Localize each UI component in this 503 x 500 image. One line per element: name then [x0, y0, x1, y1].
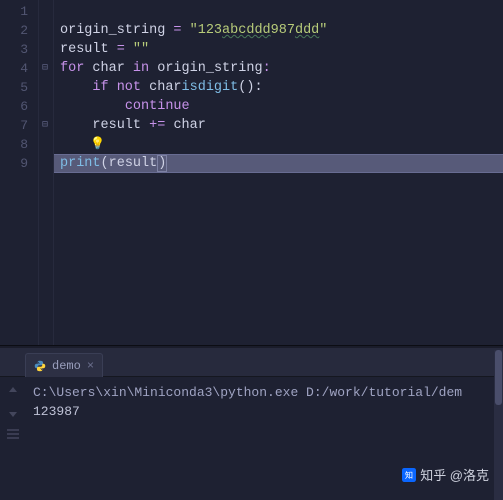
code-line[interactable]: print(result) [54, 154, 503, 173]
wrap-icon[interactable] [6, 429, 20, 439]
code-line[interactable]: origin_string = "123abcddd987ddd" [54, 21, 503, 40]
code-line[interactable]: if not charisdigit(): [54, 78, 503, 97]
python-icon [34, 360, 46, 372]
scrollbar-thumb[interactable] [495, 350, 502, 405]
zhihu-icon: 知 [402, 468, 416, 482]
code-line[interactable]: continue [54, 97, 503, 116]
tab-label: demo [52, 359, 81, 373]
console-result: 123987 [33, 402, 495, 421]
svg-text:知: 知 [405, 469, 413, 479]
fold-gutter [39, 0, 54, 345]
console-command: C:\Users\xin\Miniconda3\python.exe D:/wo… [33, 383, 495, 402]
console-tabbar: demo × [0, 346, 503, 377]
code-line[interactable]: ⊟ result += char [54, 116, 503, 135]
arrow-up-icon[interactable] [7, 385, 19, 397]
code-editor[interactable]: 1 2 3 4 5 6 7 8 9 origin_string = "123ab… [0, 0, 503, 345]
watermark: 知 知乎 @洛克 [402, 465, 489, 484]
console-toolbar [0, 377, 25, 497]
close-icon[interactable]: × [87, 359, 94, 373]
code-line[interactable]: 💡 [54, 135, 503, 154]
line-number-gutter: 1 2 3 4 5 6 7 8 9 [0, 0, 39, 345]
fold-icon[interactable]: ⊟ [42, 59, 48, 78]
code-line[interactable] [54, 2, 503, 21]
fold-end-icon: ⊟ [42, 116, 48, 135]
lightbulb-icon[interactable]: 💡 [90, 137, 105, 151]
arrow-down-icon[interactable] [7, 407, 19, 419]
code-line[interactable]: result = "" [54, 40, 503, 59]
tab-demo[interactable]: demo × [25, 353, 103, 377]
code-line[interactable]: ⊟for char in origin_string: [54, 59, 503, 78]
